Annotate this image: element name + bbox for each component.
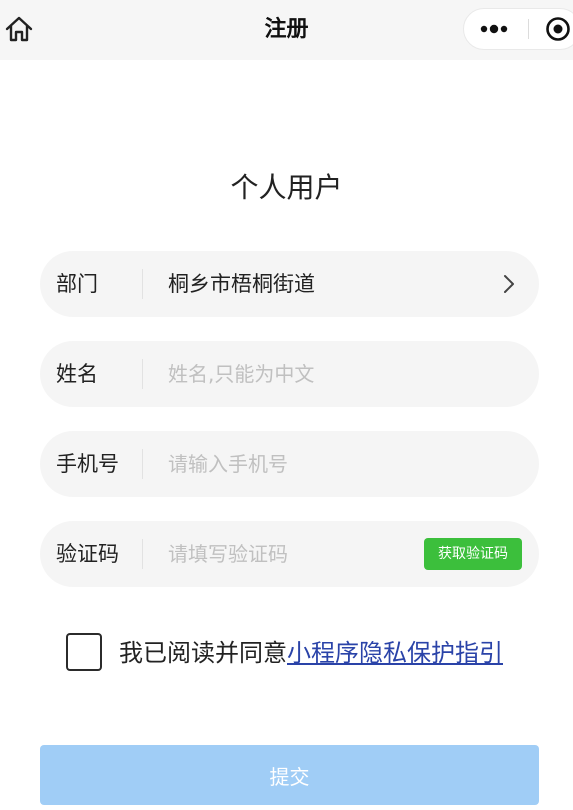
field-divider [142, 449, 143, 479]
name-input[interactable] [168, 354, 418, 394]
chevron-right-icon [504, 275, 514, 293]
target-icon [546, 17, 570, 41]
code-label: 验证码 [56, 542, 119, 566]
capsule-menu [463, 8, 573, 50]
get-code-button[interactable]: 获取验证码 [424, 538, 522, 570]
code-input[interactable] [168, 534, 408, 574]
department-value: 桐乡市梧桐街道 [168, 272, 315, 296]
more-button[interactable] [464, 9, 526, 49]
home-icon [5, 16, 33, 42]
agreement-checkbox[interactable] [66, 633, 102, 671]
field-divider [142, 359, 143, 389]
name-label: 姓名 [56, 362, 98, 386]
home-button[interactable] [2, 12, 36, 46]
page-title: 个人用户 [230, 171, 343, 204]
phone-input[interactable] [168, 444, 418, 484]
phone-field: 手机号 [40, 431, 539, 497]
department-label: 部门 [56, 272, 98, 296]
capsule-divider [528, 19, 529, 39]
nav-bar: 注册 [0, 0, 573, 60]
field-divider [142, 269, 143, 299]
name-field: 姓名 [40, 341, 539, 407]
department-field[interactable]: 部门 桐乡市梧桐街道 [40, 251, 539, 317]
phone-label: 手机号 [56, 452, 119, 476]
close-miniprogram-button[interactable] [538, 9, 573, 49]
agreement-text: 我已阅读并同意小程序隐私保护指引 [119, 637, 503, 669]
more-dots-icon [480, 24, 508, 34]
code-field: 验证码 获取验证码 [40, 521, 539, 587]
submit-button[interactable]: 提交 [40, 745, 539, 805]
agreement-prefix: 我已阅读并同意 [119, 639, 287, 667]
privacy-guide-link[interactable]: 小程序隐私保护指引 [287, 639, 503, 667]
field-divider [142, 539, 143, 569]
